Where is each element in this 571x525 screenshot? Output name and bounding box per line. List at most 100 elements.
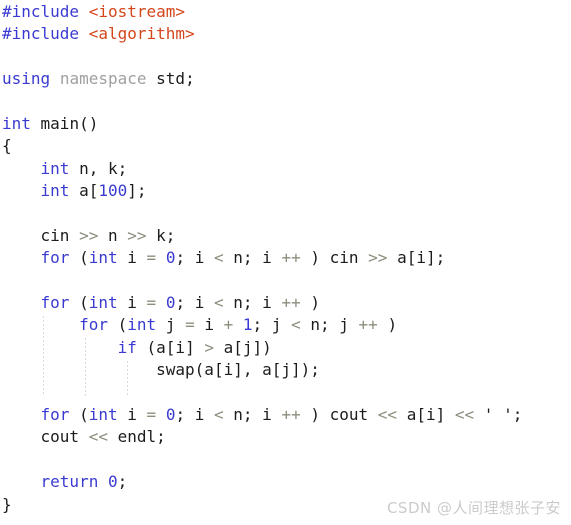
token-kw: int	[127, 315, 157, 335]
token-id	[233, 315, 243, 334]
token-id: i	[117, 293, 147, 313]
token-id	[108, 315, 118, 334]
token-pun: ]	[185, 337, 195, 357]
token-id: i	[252, 293, 282, 313]
code-line-6: int main()	[2, 113, 571, 135]
token-id: n	[223, 405, 243, 425]
token-kw: using	[2, 69, 51, 89]
token-id	[69, 293, 79, 312]
token-str: ' '	[483, 405, 513, 425]
token-pun: ;	[242, 248, 253, 268]
token-id: i	[117, 405, 147, 425]
token-id	[69, 405, 79, 424]
token-id: j	[329, 315, 359, 335]
token-pun: ])	[252, 337, 272, 357]
token-op: =	[146, 405, 157, 425]
token-id: n	[223, 248, 243, 268]
token-id: main	[30, 113, 80, 133]
token-id	[156, 405, 166, 424]
token-num: 1	[242, 315, 253, 335]
token-pun: ()	[79, 113, 99, 133]
token-op: <<	[454, 405, 475, 425]
code-line-19: for (int i = 0; i < n; i ++ ) cout << a[…	[2, 404, 571, 426]
token-id	[156, 293, 166, 312]
token-id: j	[156, 315, 186, 335]
token-id: n	[300, 315, 320, 335]
token-id: i	[185, 405, 214, 425]
code-line-20: cout << endl;	[2, 426, 571, 448]
token-id: n	[69, 158, 89, 178]
token-id: i	[194, 315, 224, 335]
token-id: a	[69, 181, 89, 201]
token-id	[195, 338, 205, 357]
token-pun: ];	[425, 248, 446, 268]
token-id	[2, 315, 79, 334]
token-pun: ,	[88, 158, 99, 178]
code-line-14: for (int i = 0; i < n; i ++ )	[2, 292, 571, 314]
code-screenshot: #include <iostream> #include <algorithm> …	[0, 0, 571, 525]
token-id	[2, 472, 41, 491]
token-pun: (	[79, 293, 89, 313]
code-line-4: using namespace std;	[2, 68, 571, 90]
token-op: +	[223, 315, 234, 335]
code-line-17: swap(a[i], a[j]);	[2, 359, 571, 381]
token-id: i	[185, 248, 214, 268]
token-pun: )	[310, 293, 320, 313]
token-id: n	[223, 293, 243, 313]
token-id: i	[117, 248, 147, 268]
token-pun: [	[213, 360, 224, 380]
token-id	[301, 293, 311, 312]
token-pun: ;	[252, 315, 263, 335]
token-pun: ;	[165, 225, 176, 245]
token-id	[79, 2, 89, 21]
token-id: cout	[320, 405, 378, 425]
code-line-7: {	[2, 135, 571, 157]
token-id	[2, 293, 41, 312]
token-id	[2, 338, 118, 357]
token-id: std	[156, 69, 186, 89]
code-line-15: for (int j = i + 1; j < n; j ++ )	[2, 314, 571, 336]
token-kw: int	[88, 405, 118, 425]
token-id	[79, 24, 89, 43]
token-kw: int	[2, 113, 31, 133]
token-kw: for	[79, 315, 108, 335]
token-id: a	[252, 360, 272, 380]
token-ns: namespace	[59, 69, 147, 89]
token-pun: [	[88, 181, 99, 201]
token-pun: ;	[175, 405, 186, 425]
token-id	[378, 315, 388, 334]
token-pun: ],	[233, 360, 253, 380]
token-pun: ;	[319, 315, 330, 335]
token-op: ++	[358, 315, 378, 335]
token-kw: for	[40, 293, 70, 313]
token-pun: }	[2, 494, 12, 514]
token-id	[2, 405, 41, 424]
token-kw: int	[88, 293, 118, 313]
code-line-8: int n, k;	[2, 158, 571, 180]
token-id: i	[175, 337, 186, 357]
token-id: a	[213, 337, 234, 357]
token-pun: [	[271, 360, 282, 380]
token-id	[2, 248, 41, 267]
token-num: 0	[165, 248, 176, 268]
code-editor-content[interactable]: #include <iostream> #include <algorithm> …	[0, 0, 571, 516]
token-pun: ;	[242, 405, 253, 425]
token-pun: (	[79, 405, 89, 425]
token-pun: ;	[156, 427, 166, 447]
token-kw: #include	[2, 2, 80, 21]
token-pun: (	[79, 248, 89, 268]
token-pun: [	[233, 337, 243, 357]
token-id: i	[252, 248, 282, 268]
token-id	[445, 405, 455, 424]
token-op: ++	[281, 248, 301, 268]
token-pun: (	[146, 337, 157, 357]
code-line-11: cin >> n >> k;	[2, 225, 571, 247]
token-id	[98, 472, 108, 491]
token-op: =	[146, 248, 157, 268]
token-op: >>	[79, 225, 99, 245]
token-pun: ;	[242, 293, 253, 313]
token-id	[50, 69, 60, 88]
token-op: <<	[377, 405, 398, 425]
